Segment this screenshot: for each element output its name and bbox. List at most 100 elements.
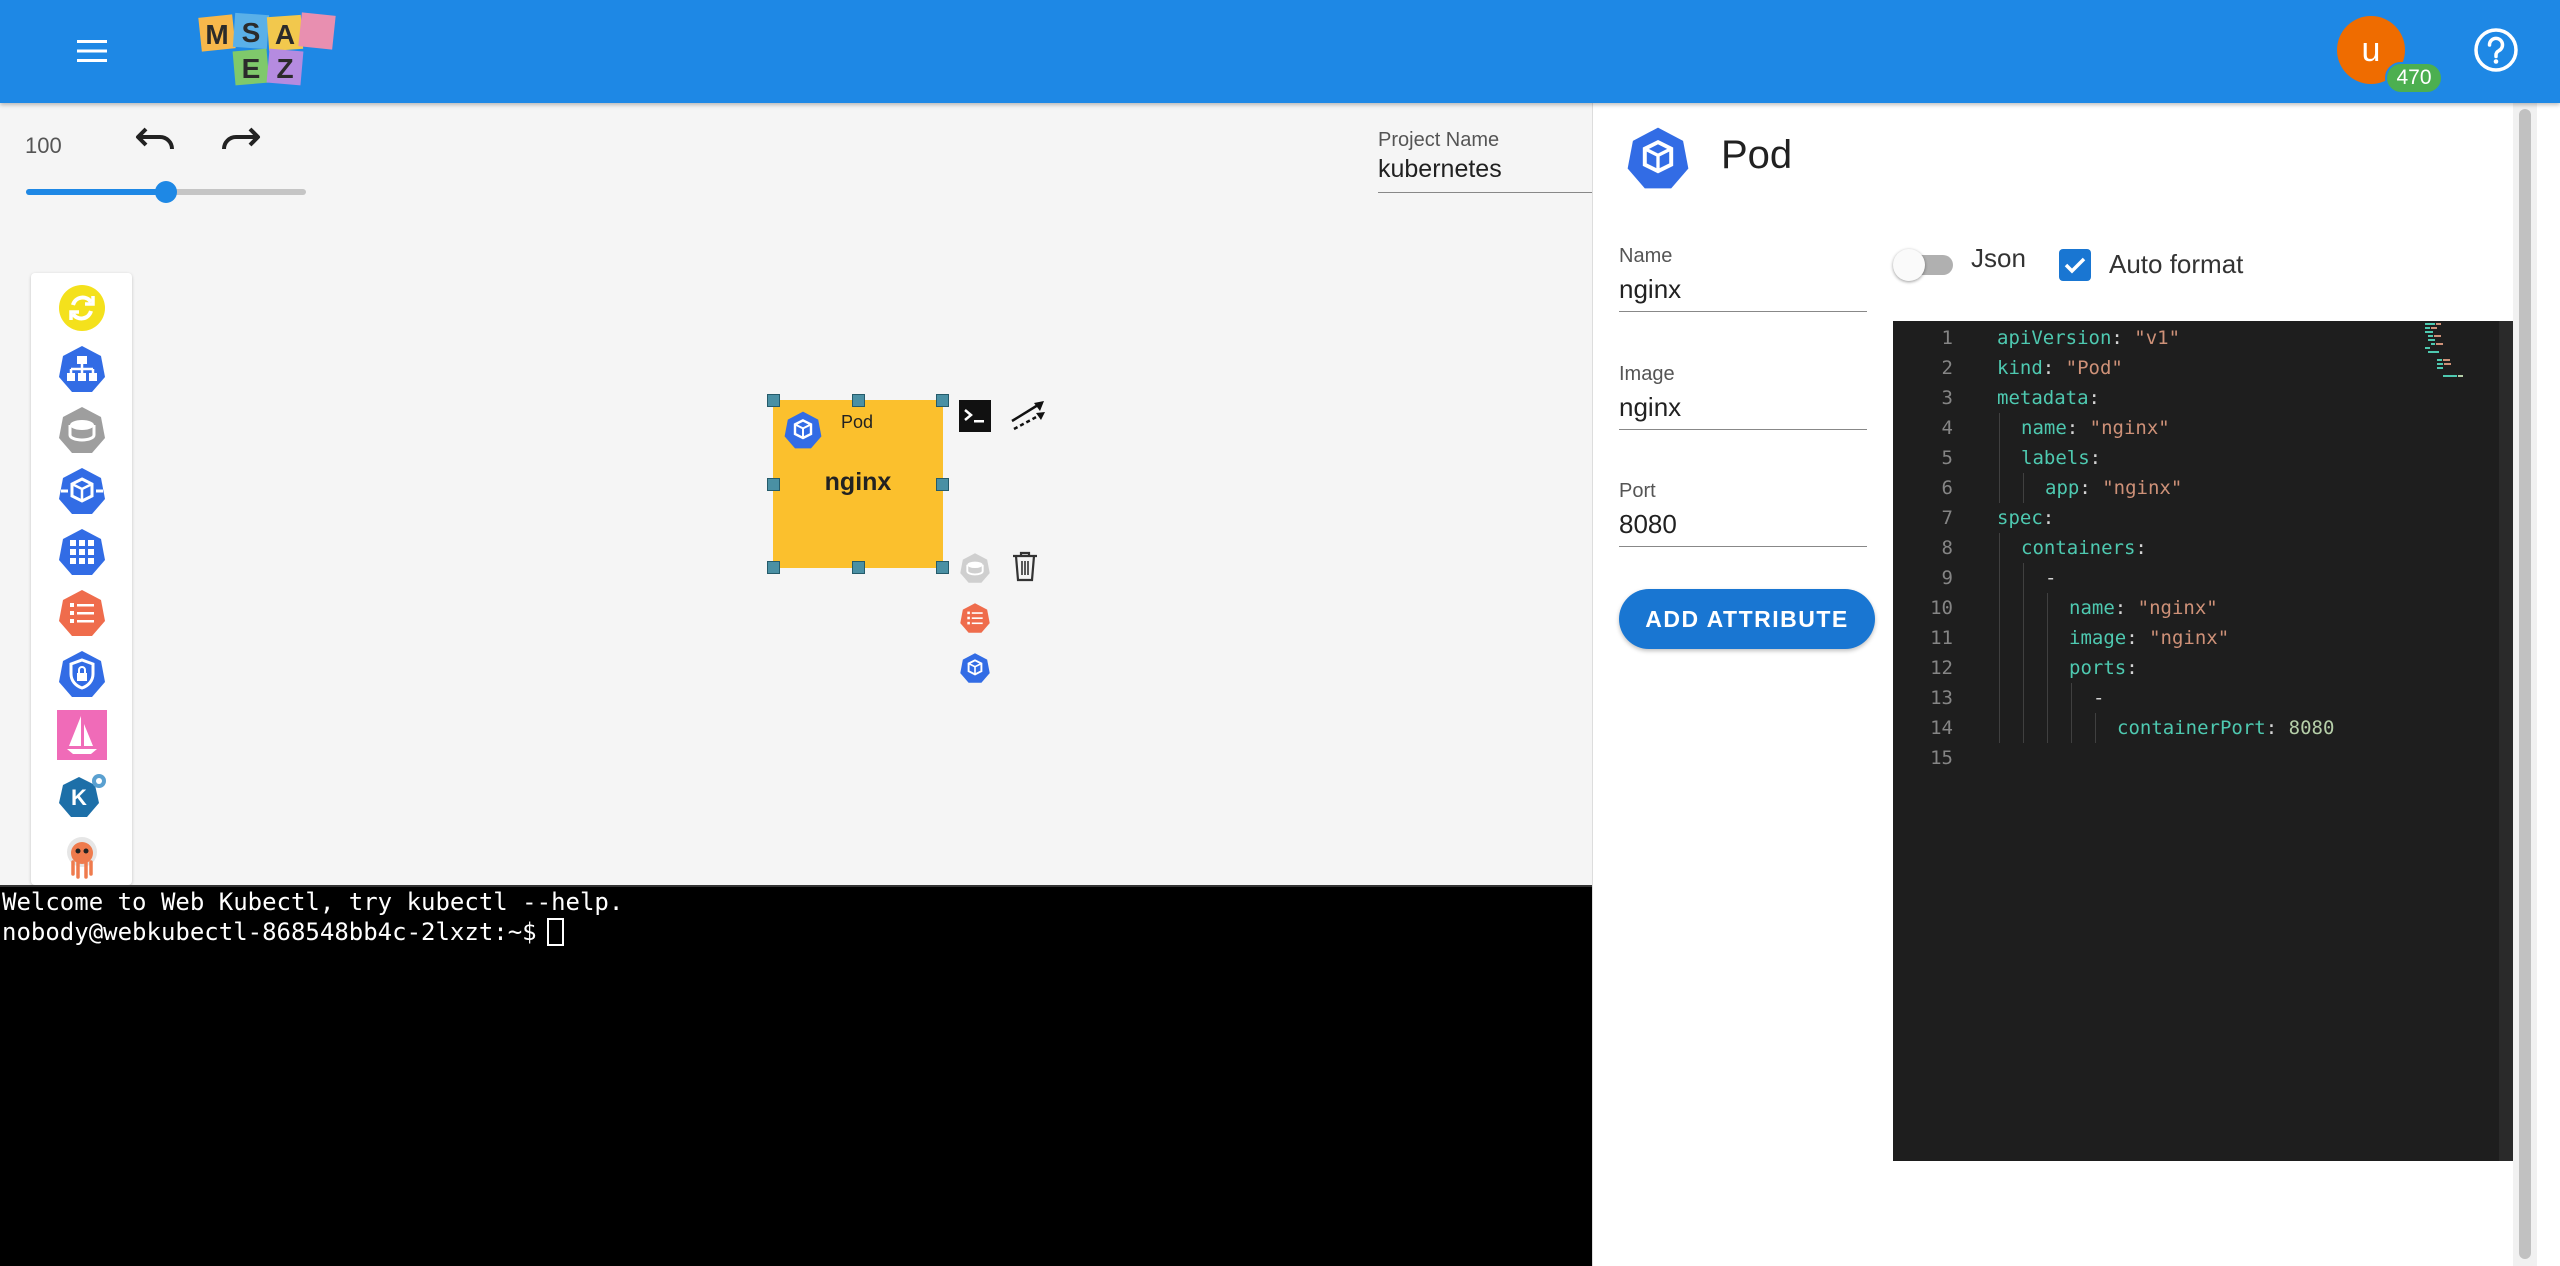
trash-icon	[1013, 551, 1037, 582]
kube-cube-icon	[1627, 127, 1689, 189]
list-config-icon	[59, 590, 105, 636]
add-configmap-button[interactable]	[958, 601, 992, 635]
yaml-key: labels	[2021, 447, 2090, 469]
code-text: containers:	[2021, 533, 2147, 563]
add-attribute-button[interactable]: ADD ATTRIBUTE	[1619, 589, 1875, 649]
code-text: metadata:	[1997, 383, 2100, 413]
yaml-value: "nginx"	[2102, 477, 2183, 499]
auto-format-checkbox[interactable]	[2059, 249, 2091, 281]
resize-handle-w[interactable]	[767, 478, 780, 491]
palette-item-sync[interactable]	[55, 281, 109, 335]
yaml-value: "nginx"	[2137, 597, 2218, 619]
resize-handle-s[interactable]	[852, 561, 865, 574]
msaez-logo[interactable]: M S A E Z	[198, 10, 350, 90]
name-field[interactable]: Name nginx	[1619, 245, 1867, 312]
indent-guide	[1999, 443, 2000, 473]
resize-handle-n[interactable]	[852, 394, 865, 407]
yaml-colon: :	[2265, 717, 2278, 739]
zoom-slider-thumb[interactable]	[155, 181, 177, 203]
modeling-canvas[interactable]: 100 Project Name kubernetes K Pod nginx	[0, 103, 1592, 885]
yaml-colon: :	[2079, 477, 2091, 499]
delete-button[interactable]	[1008, 549, 1042, 583]
pod-node-name: nginx	[824, 468, 892, 496]
panel-title: Pod	[1721, 133, 1793, 177]
page-scrollbar-thumb[interactable]	[2519, 109, 2531, 1259]
page-scrollbar[interactable]	[2513, 103, 2537, 1266]
terminal-prompt-line: nobody@webkubectl-868548bb4c-2lxzt:~$	[2, 917, 1590, 947]
palette-item-pod[interactable]	[55, 464, 109, 518]
json-toggle-thumb	[1893, 249, 1925, 281]
yaml-colon: :	[2088, 387, 2100, 409]
port-field[interactable]: Port 8080	[1619, 480, 1867, 547]
indent-guide	[1999, 563, 2000, 593]
yaml-key: name	[2021, 417, 2067, 439]
editor-scrollbar[interactable]	[2499, 321, 2513, 1161]
code-text: containerPort: 8080	[2117, 713, 2334, 743]
undo-icon[interactable]	[134, 123, 178, 163]
kube-cube-icon	[784, 411, 822, 449]
code-text: kind: "Pod"	[1997, 353, 2123, 383]
code-text: apiVersion: "v1"	[1997, 323, 2180, 353]
logo-letter-a: A	[275, 19, 295, 50]
terminal-cursor	[546, 918, 564, 946]
code-line: 1 apiVersion: "v1"	[1893, 323, 2453, 353]
open-terminal-button[interactable]	[958, 399, 992, 433]
yaml-value: "nginx"	[2149, 627, 2230, 649]
help-circle-icon[interactable]	[2470, 24, 2522, 76]
yaml-value: -	[2093, 687, 2105, 709]
palette-item-configmap[interactable]	[55, 586, 109, 640]
resize-handle-se[interactable]	[936, 561, 949, 574]
code-line: 6 app: "nginx"	[1893, 473, 2453, 503]
grid-apps-icon	[59, 529, 105, 575]
indent-guide	[2047, 623, 2048, 653]
palette-item-knative[interactable]: K	[55, 769, 109, 823]
resize-handle-e[interactable]	[936, 478, 949, 491]
points-badge-value: 470	[2396, 66, 2432, 89]
yaml-code-editor[interactable]: 1 apiVersion: "v1" 2 kind: "Pod" 3 metadata: 4…	[1893, 321, 2513, 1161]
indent-guide	[1999, 473, 2000, 503]
properties-panel: Pod Name nginx Image nginx Port 8080 ADD…	[1592, 103, 2513, 1266]
code-text: labels:	[2021, 443, 2101, 473]
palette-item-secret[interactable]	[55, 647, 109, 701]
project-name-label: Project Name	[1378, 129, 1500, 151]
hamburger-menu-icon	[77, 40, 107, 62]
indent-guide	[2071, 713, 2072, 743]
yaml-key: apiVersion	[1997, 327, 2112, 349]
line-number: 12	[1930, 657, 1953, 679]
code-line: 8 containers:	[1893, 533, 2453, 563]
port-field-input[interactable]: 8080	[1619, 509, 1867, 547]
indent-guide	[2023, 683, 2024, 713]
palette-item-service[interactable]	[55, 342, 109, 396]
indent-guide	[2047, 713, 2048, 743]
yaml-colon: :	[2126, 657, 2138, 679]
indent-guide	[2047, 653, 2048, 683]
palette-item-argo[interactable]	[55, 830, 109, 884]
add-volume-button[interactable]	[958, 551, 992, 585]
line-number: 9	[1941, 567, 1953, 589]
connect-button[interactable]	[1008, 397, 1048, 437]
add-service-button[interactable]	[958, 651, 992, 685]
palette-item-volume[interactable]	[55, 403, 109, 457]
pod-node[interactable]: Pod nginx	[773, 400, 943, 568]
zoom-slider[interactable]	[26, 179, 306, 205]
line-number: 5	[1941, 447, 1953, 469]
menu-button[interactable]	[62, 26, 122, 76]
resize-handle-ne[interactable]	[936, 394, 949, 407]
yaml-value: "Pod"	[2065, 357, 2123, 379]
json-toggle[interactable]	[1893, 243, 1959, 283]
image-field[interactable]: Image nginx	[1619, 363, 1867, 430]
web-kubectl-terminal[interactable]: Welcome to Web Kubectl, try kubectl --he…	[0, 885, 1592, 1266]
resize-handle-nw[interactable]	[767, 394, 780, 407]
code-minimap[interactable]	[2423, 321, 2493, 381]
palette-item-istio[interactable]	[55, 708, 109, 762]
yaml-value: -	[2045, 567, 2057, 589]
resize-handle-sw[interactable]	[767, 561, 780, 574]
yaml-colon: :	[2066, 417, 2079, 439]
indent-guide	[1999, 533, 2000, 563]
redo-icon[interactable]	[218, 123, 262, 163]
json-toggle-label: Json	[1971, 243, 2026, 273]
name-field-input[interactable]: nginx	[1619, 274, 1867, 312]
image-field-input[interactable]: nginx	[1619, 392, 1867, 430]
palette-item-deployment[interactable]	[55, 525, 109, 579]
project-name-input[interactable]: kubernetes	[1378, 155, 1592, 193]
